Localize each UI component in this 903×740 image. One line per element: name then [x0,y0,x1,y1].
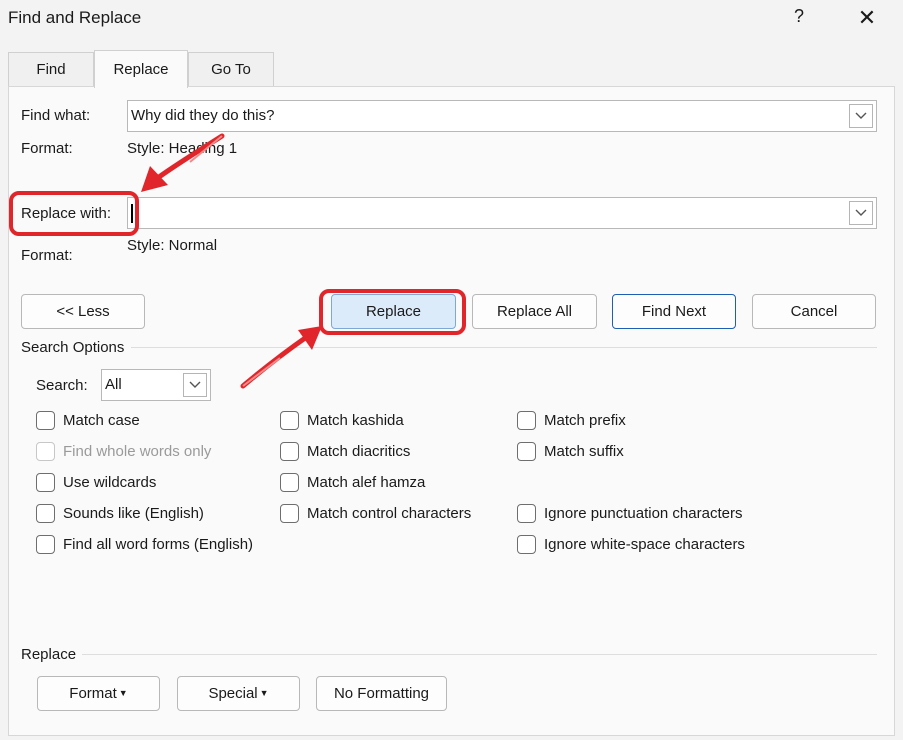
checkbox-label: Match kashida [307,411,404,429]
replace-section-heading: Replace [21,646,77,663]
match-alef-hamza-checkbox[interactable]: Match alef hamza [280,471,425,493]
checkbox-box[interactable] [517,441,536,461]
checkbox-box[interactable] [36,503,55,523]
match-control-characters-checkbox[interactable]: Match control characters [280,502,471,524]
checkbox-box [36,441,55,461]
checkbox-label: Use wildcards [63,473,157,491]
checkbox-box[interactable] [36,410,55,430]
close-icon[interactable]: ✕ [854,5,880,31]
find-all-word-forms-checkbox[interactable]: Find all word forms (English) [36,533,253,555]
use-wildcards-checkbox[interactable]: Use wildcards [36,471,156,493]
match-case-checkbox[interactable]: Match case [36,409,140,431]
match-prefix-checkbox[interactable]: Match prefix [517,409,626,431]
find-format-value: Style: Heading 1 [127,140,238,157]
replace-all-button[interactable]: Replace All [472,294,597,329]
search-direction-value: All [105,376,122,393]
checkbox-label: Match diacritics [307,442,411,460]
checkbox-box[interactable] [517,534,536,554]
replace-panel [8,86,895,736]
tab-replace-label: Replace [113,61,169,78]
checkbox-box[interactable] [280,472,299,492]
dropdown-triangle-icon: ▼ [118,688,128,698]
replace-section-divider [82,654,877,655]
checkbox-box[interactable] [517,503,536,523]
less-button[interactable]: << Less [21,294,145,329]
replace-with-annotation [9,191,139,236]
checkbox-label: Match control characters [307,504,472,522]
checkbox-box[interactable] [280,410,299,430]
checkbox-box[interactable] [517,410,536,430]
special-button-label: Special [208,685,258,702]
window-title: Find and Replace [8,8,142,27]
checkbox-box[interactable] [36,472,55,492]
checkbox-box[interactable] [36,534,55,554]
format-button[interactable]: Format ▼ [37,676,160,711]
special-button[interactable]: Special ▼ [177,676,300,711]
find-whole-words-checkbox: Find whole words only [36,440,211,462]
match-diacritics-checkbox[interactable]: Match diacritics [280,440,410,462]
search-label: Search: [36,377,88,394]
replace-format-value: Style: Normal [127,237,218,254]
find-what-input[interactable]: Why did they do this? [131,107,274,124]
tab-find[interactable]: Find [8,52,94,86]
find-format-label: Format: [21,140,73,157]
checkbox-box[interactable] [280,503,299,523]
find-what-combo[interactable]: Why did they do this? [127,100,877,132]
find-what-label: Find what: [21,107,91,124]
replace-with-combo[interactable] [127,197,877,229]
chevron-down-icon[interactable] [183,373,207,397]
checkbox-label: Ignore punctuation characters [544,504,743,522]
match-suffix-checkbox[interactable]: Match suffix [517,440,624,462]
no-formatting-button[interactable]: No Formatting [316,676,447,711]
replace-format-label: Format: [21,247,73,264]
checkbox-label: Match case [63,411,140,429]
format-button-label: Format [69,685,117,702]
tab-replace[interactable]: Replace [94,50,188,88]
checkbox-box[interactable] [280,441,299,461]
ignore-punctuation-checkbox[interactable]: Ignore punctuation characters [517,502,742,524]
find-next-button[interactable]: Find Next [612,294,736,329]
sounds-like-checkbox[interactable]: Sounds like (English) [36,502,204,524]
tab-go-to[interactable]: Go To [188,52,274,86]
chevron-down-icon[interactable] [849,201,873,225]
ignore-white-space-checkbox[interactable]: Ignore white-space characters [517,533,745,555]
checkbox-label: Ignore white-space characters [544,535,745,553]
checkbox-label: Find all word forms (English) [63,535,254,553]
cancel-button[interactable]: Cancel [752,294,876,329]
search-options-divider [131,347,877,348]
checkbox-label: Match alef hamza [307,473,426,491]
help-icon[interactable]: ? [792,6,806,27]
checkbox-label: Match prefix [544,411,626,429]
checkbox-label: Find whole words only [63,442,212,460]
search-options-heading: Search Options [21,339,125,356]
match-kashida-checkbox[interactable]: Match kashida [280,409,404,431]
checkbox-label: Match suffix [544,442,624,460]
tab-go-to-label: Go To [211,61,251,78]
search-direction-select[interactable]: All [101,369,211,401]
replace-button-annotation [319,289,466,335]
dropdown-triangle-icon: ▼ [259,688,269,698]
checkbox-label: Sounds like (English) [63,504,204,522]
tab-find-label: Find [36,61,66,78]
chevron-down-icon[interactable] [849,104,873,128]
